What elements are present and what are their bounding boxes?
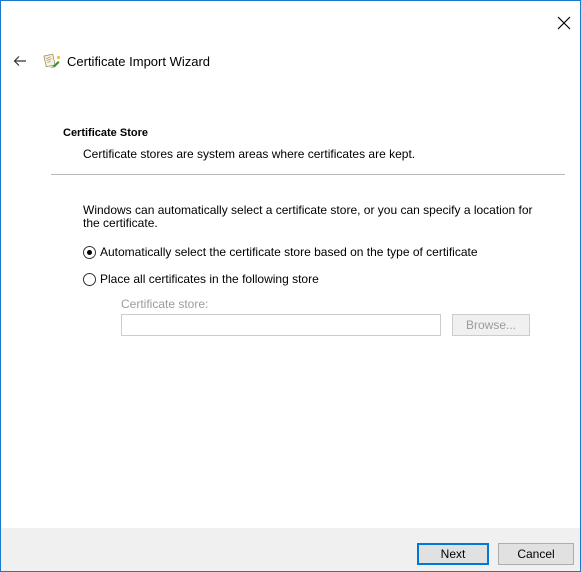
certificate-wizard-icon	[43, 53, 61, 68]
radio-auto-select[interactable]: Automatically select the certificate sto…	[83, 244, 543, 260]
radio-place-in-store-indicator[interactable]	[83, 272, 96, 286]
radio-place-in-store[interactable]: Place all certificates in the following …	[83, 271, 543, 287]
header-divider	[51, 174, 565, 175]
cancel-button[interactable]: Cancel	[498, 543, 574, 565]
wizard-window: Certificate Import Wizard Certificate St…	[0, 0, 581, 572]
section-subtitle: Certificate stores are system areas wher…	[83, 147, 416, 161]
next-button[interactable]: Next	[417, 543, 489, 565]
section-title: Certificate Store	[63, 127, 148, 139]
browse-button: Browse...	[452, 314, 530, 336]
radio-auto-select-indicator[interactable]	[83, 245, 96, 259]
window-title: Certificate Import Wizard	[67, 53, 211, 69]
content-area: Windows can automatically select a certi…	[83, 204, 543, 287]
certificate-store-input	[121, 314, 441, 336]
back-arrow-icon[interactable]	[13, 55, 27, 67]
radio-place-in-store-label: Place all certificates in the following …	[100, 272, 319, 286]
header-section: Certificate Store Certificate stores are…	[63, 127, 415, 161]
footer-bar: Next Cancel	[1, 528, 580, 571]
title-bar: Certificate Import Wizard	[13, 51, 210, 71]
close-icon[interactable]	[556, 15, 572, 31]
certificate-store-label: Certificate store:	[121, 297, 209, 311]
description-text: Windows can automatically select a certi…	[83, 203, 533, 230]
radio-auto-select-label: Automatically select the certificate sto…	[100, 245, 478, 259]
